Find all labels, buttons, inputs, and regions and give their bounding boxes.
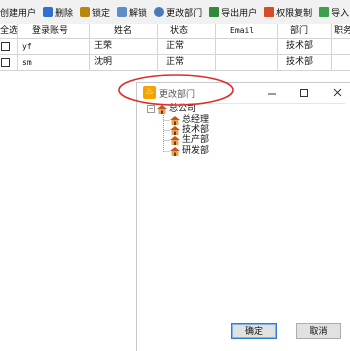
delete-button[interactable]: 删除 (41, 2, 77, 22)
user-table: 全选 登录账号 姓名 状态 Email 部门 职务 yf 王荣 正常 技术部 s… (0, 24, 350, 71)
column-header-name[interactable]: 姓名 (90, 24, 158, 38)
lock-icon (80, 7, 91, 17)
tree-node-label: 生产部 (182, 135, 210, 145)
column-header-department[interactable]: 部门 (278, 24, 332, 38)
cancel-button[interactable]: 取消 (296, 323, 341, 339)
unlock-button[interactable]: 解锁 (115, 2, 151, 22)
collapse-toggle[interactable]: − (147, 105, 155, 113)
change-department-dialog: ♨ 更改部门 − 总公司 总经理 技术部 生产部 研发部 确定 取消 (136, 82, 350, 351)
cell-name: 王荣 (90, 39, 158, 54)
unlock-icon (117, 7, 128, 17)
cell-status: 正常 (158, 39, 216, 54)
cell-email (216, 55, 278, 70)
lock-label: 锁定 (92, 8, 111, 19)
department-node-icon (170, 126, 180, 135)
lock-button[interactable]: 锁定 (78, 2, 114, 22)
row-checkbox-cell (0, 55, 18, 70)
import-button[interactable]: 导入 (317, 2, 350, 22)
delete-label: 删除 (55, 8, 74, 19)
cell-title (332, 39, 350, 54)
close-button[interactable] (329, 85, 347, 101)
cell-department: 技术部 (278, 55, 332, 70)
tree-node-label: 总公司 (169, 104, 197, 114)
cell-login: yf (18, 39, 90, 54)
department-tree: − 总公司 总经理 技术部 生产部 研发部 (143, 103, 345, 318)
change-department-button[interactable]: 更改部门 (152, 2, 206, 22)
select-all-label: 全选 (0, 26, 18, 36)
tree-node-label: 研发部 (182, 146, 210, 156)
import-label: 导入 (331, 8, 350, 19)
maximize-icon (300, 89, 308, 97)
tree-node-production[interactable]: 生产部 (170, 135, 209, 146)
copy-permissions-button[interactable]: 权限复制 (262, 2, 316, 22)
tree-node-root[interactable]: 总公司 (157, 104, 196, 115)
delete-icon (43, 7, 54, 17)
department-node-icon (170, 136, 180, 145)
minimize-icon (268, 93, 276, 95)
maximize-button[interactable] (295, 85, 313, 101)
cell-email (216, 39, 278, 54)
close-icon (333, 88, 342, 97)
dialog-titlebar[interactable]: ♨ 更改部门 (137, 83, 350, 103)
unlock-label: 解锁 (129, 8, 148, 19)
column-header-status[interactable]: 状态 (158, 24, 216, 38)
column-header-login[interactable]: 登录账号 (18, 24, 90, 38)
department-icon (154, 7, 165, 17)
select-all-header[interactable]: 全选 (0, 24, 18, 38)
cell-status: 正常 (158, 55, 216, 70)
row-checkbox[interactable] (1, 42, 10, 51)
table-row[interactable]: yf 王荣 正常 技术部 (0, 39, 350, 55)
column-header-title[interactable]: 职务 (332, 24, 350, 38)
create-user-button[interactable]: 创建用户 (0, 2, 40, 22)
ok-button[interactable]: 确定 (231, 323, 277, 339)
building-icon (157, 105, 167, 114)
department-node-icon (170, 116, 180, 125)
minimize-button[interactable] (263, 85, 281, 101)
cell-title (332, 55, 350, 70)
cell-name: 沈明 (90, 55, 158, 70)
change-department-label: 更改部门 (166, 8, 203, 19)
table-header-row: 全选 登录账号 姓名 状态 Email 部门 职务 (0, 24, 350, 39)
row-checkbox[interactable] (1, 58, 10, 67)
app-icon: ♨ (143, 86, 156, 99)
cell-login: sm (18, 55, 90, 70)
copy-permissions-label: 权限复制 (276, 8, 313, 19)
column-header-email[interactable]: Email (216, 24, 278, 38)
department-node-icon (170, 147, 180, 156)
row-checkbox-cell (0, 39, 18, 54)
import-icon (319, 7, 330, 17)
dialog-title: 更改部门 (159, 90, 196, 100)
export-users-label: 导出用户 (221, 8, 258, 19)
export-icon (209, 7, 220, 17)
cell-department: 技术部 (278, 39, 332, 54)
permission-copy-icon (264, 7, 275, 17)
table-row[interactable]: sm 沈明 正常 技术部 (0, 55, 350, 71)
create-user-label: 创建用户 (0, 8, 37, 19)
toolbar: 创建用户 删除 锁定 解锁 更改部门 导出用户 权限复制 导入 (0, 0, 350, 25)
tree-node-rnd[interactable]: 研发部 (170, 146, 209, 157)
export-users-button[interactable]: 导出用户 (207, 2, 261, 22)
